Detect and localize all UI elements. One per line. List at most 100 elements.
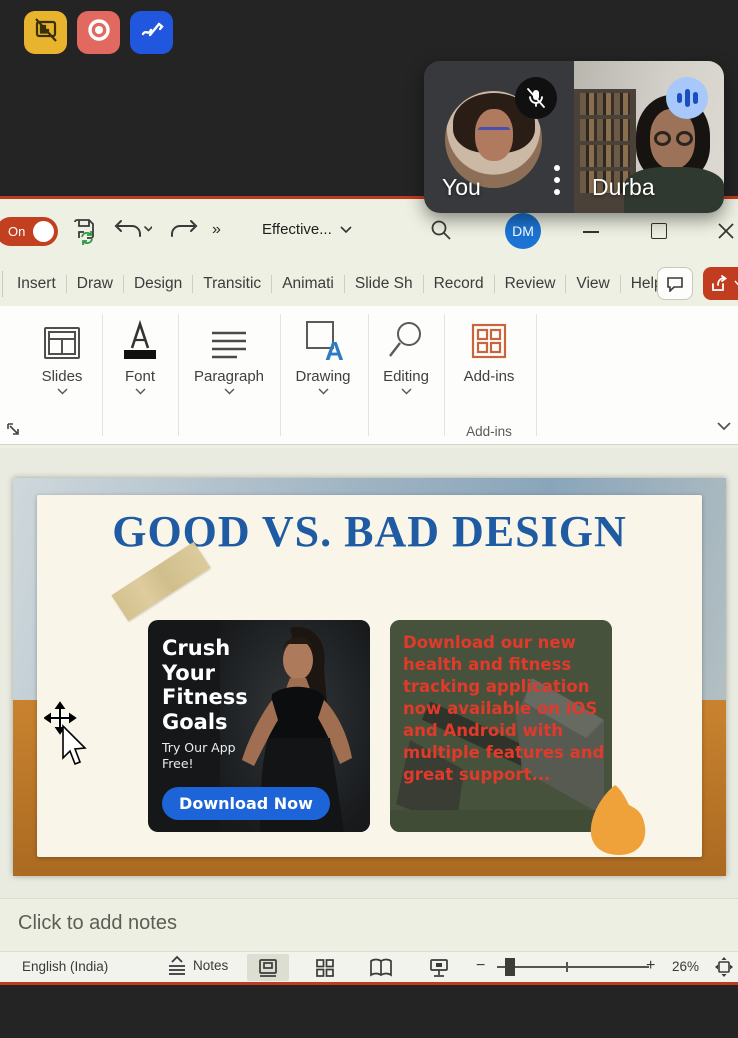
record-button[interactable]	[77, 11, 120, 54]
fit-slide-to-window-button[interactable]	[714, 956, 734, 981]
close-icon	[717, 222, 735, 240]
document-title-text: Effective...	[262, 221, 332, 238]
language-indicator[interactable]: English (India)	[22, 959, 108, 974]
call-overlay: You Durba	[424, 61, 724, 213]
bad-design-ad[interactable]: Download our new health and fitness trac…	[390, 620, 612, 832]
tab-transitions[interactable]: Transitic	[192, 275, 271, 293]
group-label: Add-ins	[464, 368, 515, 385]
ribbon-group-font[interactable]: Font	[104, 314, 176, 395]
peer-glasses-left	[654, 131, 671, 146]
autosave-state-label: On	[8, 224, 25, 239]
slideshow-icon	[428, 958, 450, 978]
download-now-button[interactable]: Download Now	[162, 787, 330, 820]
search-button[interactable]	[429, 218, 453, 242]
svg-text:A: A	[325, 336, 344, 362]
slide-canvas[interactable]: GOOD VS. BAD DESIGN	[13, 478, 726, 876]
share-icon	[710, 275, 730, 293]
slide-sorter-icon	[315, 958, 335, 978]
slideshow-off-button[interactable]	[24, 11, 67, 54]
chevron-down-icon	[224, 388, 235, 395]
autosave-knob	[33, 221, 54, 242]
you-label: You	[442, 174, 481, 201]
group-label: Drawing	[295, 368, 350, 385]
undo-button[interactable]	[112, 215, 152, 245]
good-ad-headline: Crush Your Fitness Goals	[162, 636, 266, 734]
zoom-out-button[interactable]: −	[476, 957, 485, 975]
minimize-button[interactable]	[583, 231, 599, 233]
screen-share-controls	[24, 11, 173, 54]
tab-slideshow[interactable]: Slide Sh	[344, 275, 423, 293]
ribbon-group-paragraph[interactable]: Paragraph	[182, 314, 276, 395]
tab-record[interactable]: Record	[423, 275, 494, 293]
status-bar: English (India) Notes − + 26%	[0, 951, 738, 982]
save-button[interactable]	[70, 215, 100, 245]
slideshow-view-button[interactable]	[418, 954, 460, 981]
mic-off-icon	[525, 87, 547, 109]
tab-view[interactable]: View	[565, 275, 619, 293]
bad-ad-body-text: Download our new health and fitness trac…	[403, 632, 605, 786]
peer-glasses-right	[676, 131, 693, 146]
avatar-initials: DM	[512, 223, 534, 239]
reading-view-button[interactable]	[360, 954, 402, 981]
call-tile-you[interactable]: You	[424, 61, 574, 213]
tab-draw[interactable]: Draw	[66, 275, 123, 293]
peer-label: Durba	[592, 174, 655, 201]
zoom-in-button[interactable]: +	[646, 957, 655, 975]
addins-group-footer: Add-ins	[448, 424, 530, 439]
slide-sorter-button[interactable]	[304, 954, 346, 981]
zoom-slider-track[interactable]	[497, 966, 649, 968]
notes-icon	[166, 955, 188, 975]
drawing-icon: A	[301, 314, 345, 362]
zoom-level[interactable]: 26%	[672, 959, 699, 974]
addins-grid-icon	[468, 314, 510, 362]
slide-title[interactable]: GOOD VS. BAD DESIGN	[13, 506, 726, 557]
tab-insert[interactable]: Insert	[7, 275, 66, 293]
ribbon-collapse-chevron[interactable]	[716, 418, 732, 436]
good-design-ad[interactable]: Crush Your Fitness Goals Try Our App Fre…	[148, 620, 370, 832]
search-icon	[429, 218, 453, 242]
paragraph-icon	[207, 314, 251, 362]
ribbon-expand-icon[interactable]	[6, 422, 22, 443]
pen-scribble-icon	[139, 17, 165, 48]
redo-button[interactable]	[166, 215, 200, 245]
notes-toggle-button[interactable]: Notes	[166, 955, 228, 975]
notes-toggle-label: Notes	[193, 958, 228, 973]
ribbon-group-editing[interactable]: Editing	[370, 314, 442, 395]
chevron-down-icon	[340, 226, 352, 234]
tab-clipped[interactable]	[0, 271, 3, 297]
more-commands-button[interactable]: »	[212, 221, 221, 239]
tab-design[interactable]: Design	[123, 275, 192, 293]
chevron-down-icon	[57, 388, 68, 395]
chevron-down-icon	[135, 388, 146, 395]
group-label: Font	[125, 368, 155, 385]
group-label: Slides	[42, 368, 83, 385]
group-label: Paragraph	[194, 368, 264, 385]
normal-view-button[interactable]	[247, 954, 289, 981]
audio-bar	[677, 93, 682, 103]
autosave-toggle[interactable]: On	[0, 217, 58, 246]
close-button[interactable]	[717, 222, 735, 245]
zoom-slider-handle[interactable]	[505, 958, 515, 976]
call-tile-peer[interactable]: Durba	[574, 61, 724, 213]
group-divider	[280, 314, 281, 436]
account-avatar[interactable]: DM	[505, 213, 541, 249]
ribbon-tab-bar: Insert Draw Design Transitic Animati Sli…	[0, 262, 738, 306]
ribbon-group-slides[interactable]: Slides	[24, 314, 100, 395]
notes-panel[interactable]: Click to add notes	[0, 898, 738, 951]
group-divider	[178, 314, 179, 436]
mic-muted-badge	[515, 77, 557, 119]
tab-review[interactable]: Review	[494, 275, 566, 293]
maximize-button[interactable]	[651, 223, 667, 239]
slides-icon	[41, 314, 83, 362]
ribbon-group-drawing[interactable]: A Drawing	[282, 314, 364, 395]
document-title[interactable]: Effective...	[262, 221, 352, 238]
annotate-button[interactable]	[130, 11, 173, 54]
ribbon-group-addins[interactable]: Add-ins	[448, 314, 530, 385]
comment-icon	[666, 276, 684, 292]
window-bottom-border	[0, 982, 738, 985]
tab-animations[interactable]: Animati	[271, 275, 344, 293]
comments-button[interactable]	[657, 267, 693, 300]
font-icon	[120, 314, 160, 362]
share-button[interactable]	[703, 267, 738, 300]
tile-options-menu[interactable]	[554, 165, 560, 195]
